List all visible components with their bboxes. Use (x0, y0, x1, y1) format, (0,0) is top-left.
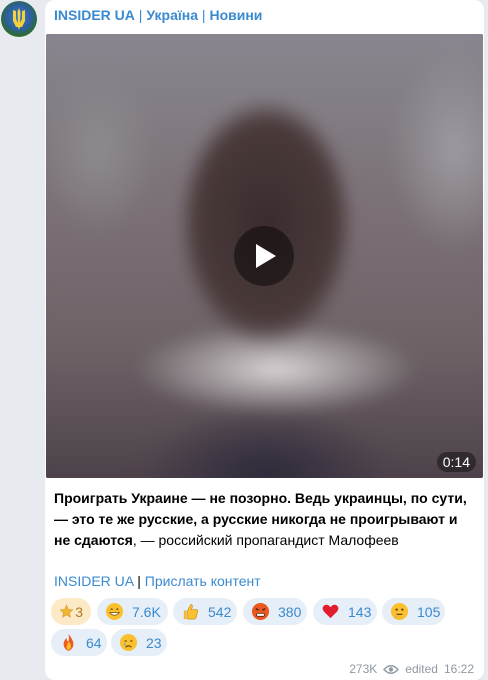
fire-emoji-icon (59, 633, 78, 652)
channel-name: INSIDER UA (54, 7, 135, 23)
reaction-count: 7.6K (132, 603, 161, 620)
angry-emoji-icon (251, 602, 270, 621)
reaction-crying[interactable]: 23 (111, 629, 167, 656)
channel-name-part: Новини (209, 7, 263, 23)
channel-avatar[interactable] (1, 1, 37, 37)
video-player[interactable]: 0:14 (46, 34, 483, 478)
message-meta: 273K edited 16:22 (349, 662, 474, 676)
reaction-heart[interactable]: 143 (313, 598, 377, 625)
thumbs-up-emoji-icon (181, 602, 200, 621)
title-separator: | (134, 7, 147, 23)
crying-emoji-icon (119, 633, 138, 652)
play-icon (256, 244, 276, 268)
play-button[interactable] (234, 226, 294, 286)
edited-label: edited (405, 662, 438, 676)
message-links: INSIDER UA | Прислать контент (54, 573, 261, 589)
message-bubble: INSIDER UA | Україна | Новини 0:14 Проиг… (45, 0, 484, 680)
message-time: 16:22 (443, 662, 474, 676)
submit-content-link[interactable]: Прислать контент (145, 573, 261, 589)
reaction-grin[interactable]: 7.6K (97, 598, 168, 625)
reaction-count: 143 (348, 603, 372, 620)
title-separator: | (198, 7, 210, 23)
reaction-thinking[interactable]: 105 (382, 598, 445, 625)
reaction-fire[interactable]: 64 (51, 629, 107, 656)
channel-name-part: Україна (146, 7, 199, 23)
video-duration: 0:14 (436, 452, 476, 472)
star-icon (58, 602, 74, 621)
reaction-count: 380 (278, 603, 302, 620)
trident-icon (13, 8, 25, 30)
caption-rest: , — российский пропагандист Малофеев (132, 532, 399, 548)
reaction-count: 64 (86, 634, 102, 651)
view-count: 273K (349, 662, 378, 676)
channel-link[interactable]: INSIDER UA (54, 573, 133, 589)
eye-icon (383, 664, 400, 675)
reaction-count: 23 (146, 634, 162, 651)
reaction-count: 105 (417, 603, 441, 620)
reaction-thumbs-up[interactable]: 542 (173, 598, 237, 625)
channel-title[interactable]: INSIDER UA | Україна | Новини (54, 7, 262, 23)
reaction-star[interactable]: 3 (51, 598, 91, 625)
heart-emoji-icon (321, 602, 340, 621)
reaction-count: 3 (75, 603, 83, 620)
reaction-angry[interactable]: 380 (243, 598, 307, 625)
message-text: Проиграть Украине — не позорно. Ведь укр… (54, 488, 474, 551)
reaction-count: 542 (208, 603, 232, 620)
thinking-emoji-icon (390, 602, 409, 621)
link-separator: | (133, 573, 145, 589)
grin-emoji-icon (105, 602, 124, 621)
